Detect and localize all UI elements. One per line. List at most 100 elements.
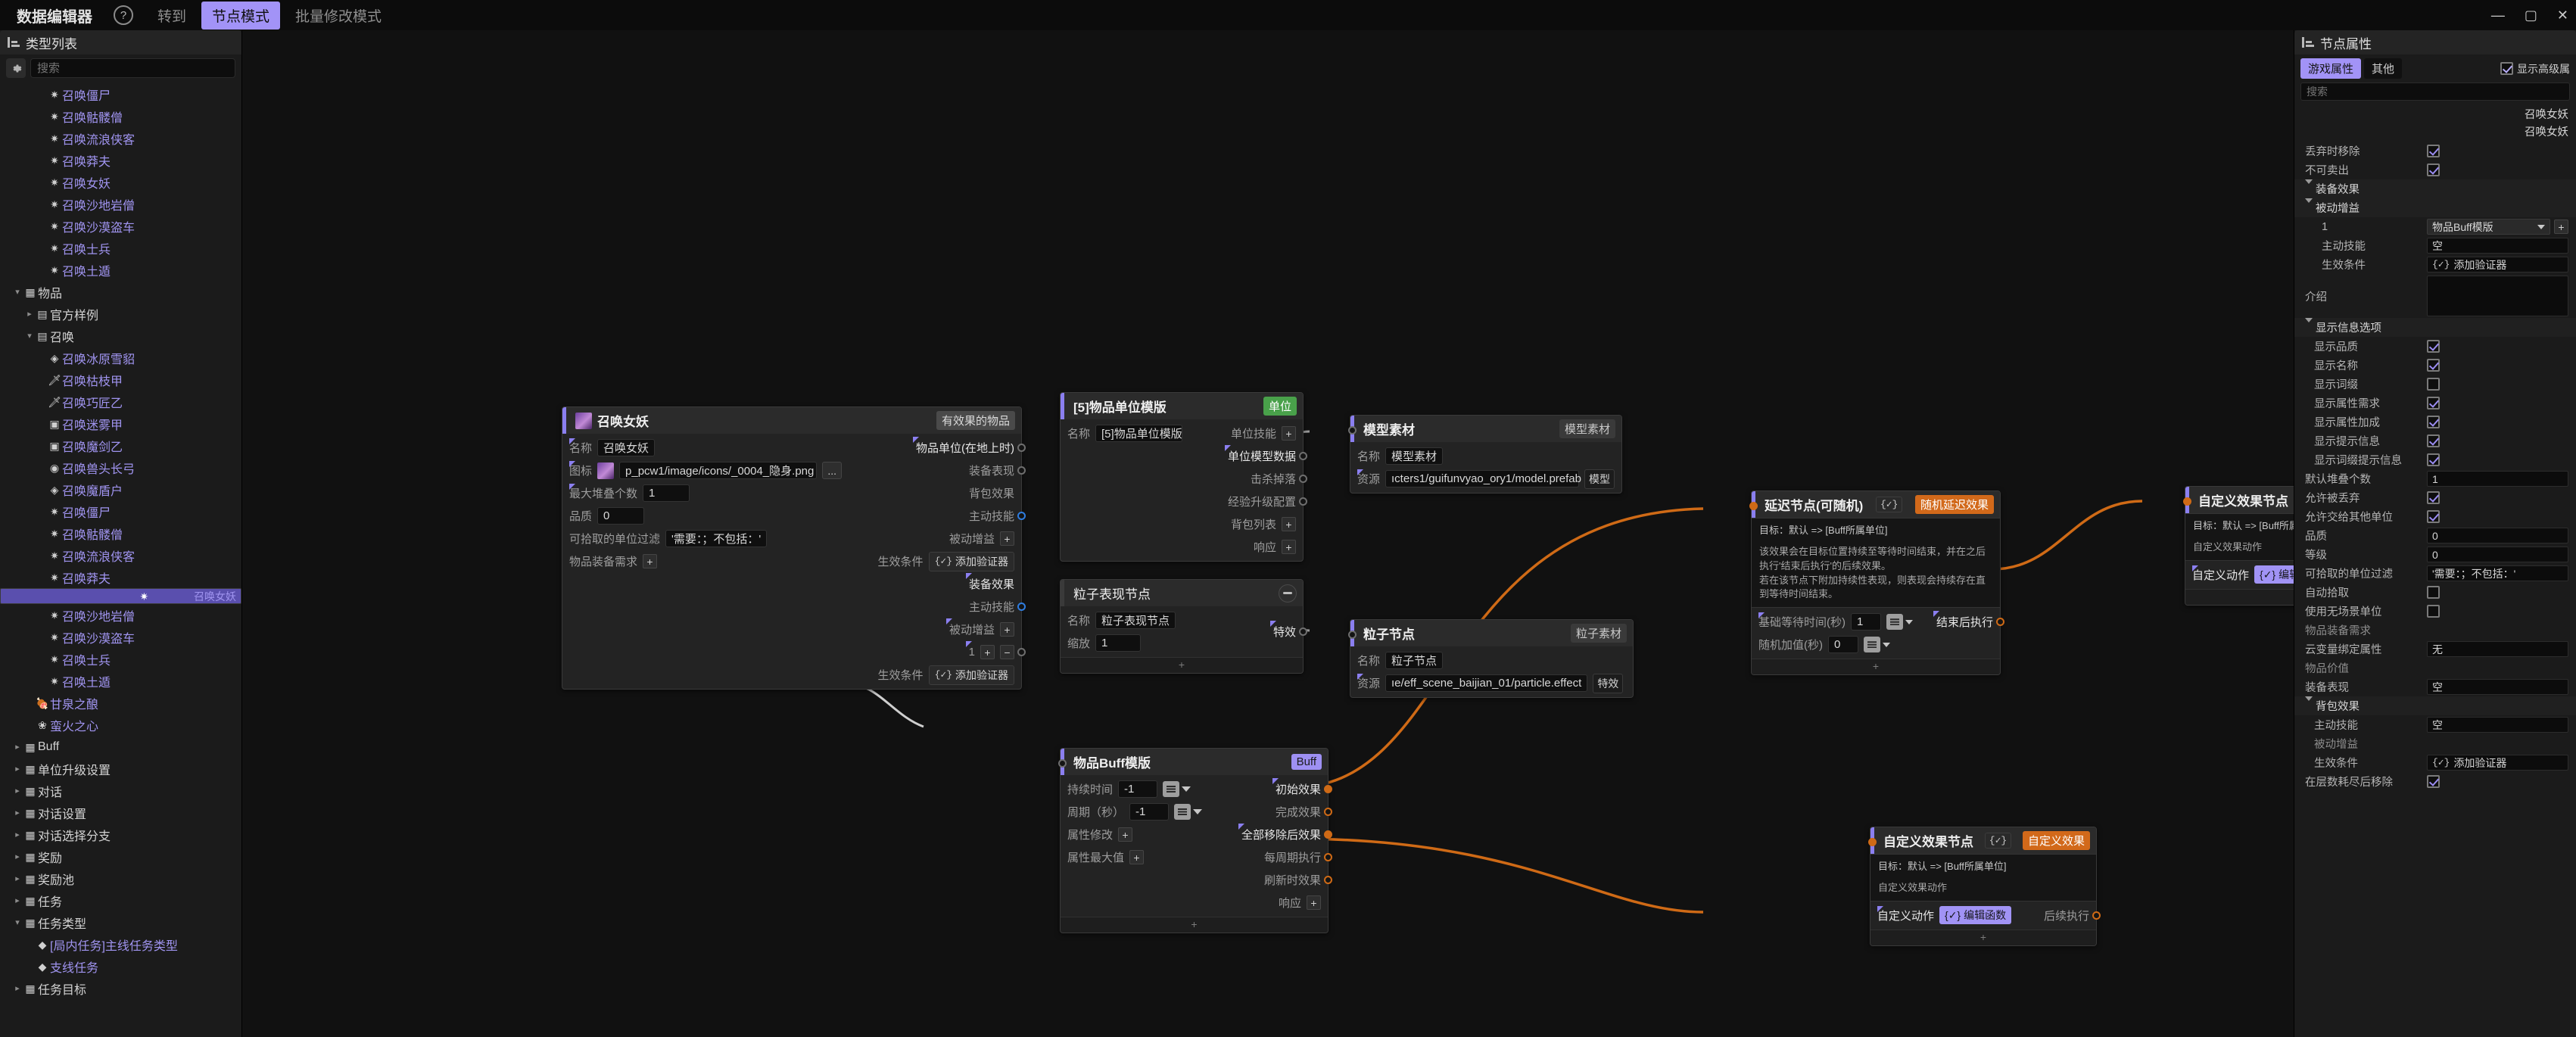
textarea-input[interactable]: [2427, 276, 2568, 316]
collapse-icon[interactable]: [1279, 584, 1297, 603]
checkbox-icon[interactable]: [2500, 62, 2513, 75]
property-row-27[interactable]: 装备表现 空: [2294, 677, 2576, 696]
field-name[interactable]: 名称 粒子节点: [1357, 651, 1626, 670]
tree-item-40[interactable]: ◆ 支线任务: [0, 955, 241, 977]
tree-item-17[interactable]: ◉ 召唤兽头长弓: [0, 456, 241, 478]
add-button[interactable]: +: [1282, 517, 1296, 531]
output-port[interactable]: [1017, 512, 1026, 520]
node-header[interactable]: 模型素材 模型素材: [1348, 416, 1621, 442]
output-port[interactable]: [1299, 497, 1307, 506]
add-button[interactable]: +: [1282, 540, 1296, 554]
tree-item-4[interactable]: ✷ 召唤女妖: [0, 171, 241, 193]
show-advanced-checkbox[interactable]: 显示高级属: [2500, 61, 2570, 76]
property-row-16[interactable]: 默认堆叠个数 1: [2294, 469, 2576, 488]
property-row-11[interactable]: 显示词缀: [2294, 375, 2576, 394]
field-attr-modify[interactable]: 属性修改 +: [1067, 825, 1204, 844]
field-value[interactable]: '需要：；不包括：': [665, 530, 768, 547]
browse-button[interactable]: ...: [822, 462, 842, 479]
tree-item-8[interactable]: ✷ 召唤土遁: [0, 259, 241, 281]
tree-item-28[interactable]: 🍖 甘泉之酿: [0, 692, 241, 714]
output-port[interactable]: [1324, 830, 1332, 839]
text-input[interactable]: 无: [2427, 641, 2568, 657]
type-tree[interactable]: ✷ 召唤僵尸 ✷ 召唤骷髅僧 ✷ 召唤流浪侠客 ✷ 召唤莽夫 ✷ 召唤女妖 ✷ 召唤沙地岩僧 ✷ 召唤沙漠…: [0, 82, 241, 1037]
property-row-0[interactable]: 丢弃时移除: [2294, 142, 2576, 160]
remove-button[interactable]: −: [1000, 645, 1014, 659]
random-unit-dropdown[interactable]: [1864, 637, 1890, 653]
validator-icon[interactable]: {✓}: [1984, 833, 2012, 849]
field-value[interactable]: 召唤女妖: [597, 439, 656, 456]
field-value[interactable]: ıcters1/guifunvyao_ory1/model.prefab: [1385, 470, 1581, 487]
field-value[interactable]: [5]物品单位模版: [1095, 425, 1182, 442]
tree-item-35[interactable]: ▸ ▦ 奖励: [0, 845, 241, 867]
port-exp-upgrade-config[interactable]: 经验升级配置: [1228, 492, 1307, 511]
asset-type-tag[interactable]: 模型: [1584, 469, 1615, 489]
tree-item-21[interactable]: ✷ 召唤流浪侠客: [0, 544, 241, 566]
node-summon-banshee[interactable]: 召唤女妖 有效果的物品 名称 召唤女妖 图标 p_pcw1/image/icon…: [562, 406, 1026, 690]
add-validator-button[interactable]: {✓} 添加验证器: [928, 665, 1014, 685]
output-port[interactable]: [1299, 627, 1307, 636]
checkbox-icon[interactable]: [2427, 434, 2440, 447]
port-effect-condition-2[interactable]: 生效条件 {✓} 添加验证器: [878, 665, 1014, 685]
add-button[interactable]: +: [1129, 850, 1145, 864]
port-response[interactable]: 响应 +: [1279, 893, 1321, 912]
port-item-unit[interactable]: 物品单位(在地上时): [913, 437, 1026, 457]
node-header[interactable]: 自定义效果节点 {✓} 自定义效果: [1868, 827, 2096, 854]
field-pickup-filter[interactable]: 可拾取的单位过滤 '需要：；不包括：': [569, 529, 842, 548]
port-next-exec[interactable]: 后续执行: [2044, 906, 2101, 925]
field-value[interactable]: 1: [1095, 634, 1142, 652]
dropdown-select[interactable]: 物品Buff模版: [2427, 219, 2550, 235]
node-add-row-button[interactable]: +: [1061, 657, 1303, 673]
tree-item-34[interactable]: ▸ ▦ 对话选择分支: [0, 824, 241, 845]
port-buff-slot-1[interactable]: 1 + −: [965, 641, 1026, 662]
chevron-down-icon[interactable]: [2305, 198, 2313, 215]
property-row-15[interactable]: 显示词缀提示信息: [2294, 450, 2576, 469]
tree-expand-arrow[interactable]: ▸: [12, 764, 23, 774]
tree-expand-arrow[interactable]: ▸: [12, 786, 23, 796]
field-equip-requirement[interactable]: 物品装备需求 +: [569, 552, 842, 571]
port-effect-condition[interactable]: 生效条件 {✓} 添加验证器: [878, 551, 1014, 571]
add-button[interactable]: +: [1000, 531, 1014, 546]
checkbox-icon[interactable]: [2427, 397, 2440, 410]
property-row-29[interactable]: 主动技能 空: [2294, 715, 2576, 734]
add-button[interactable]: +: [1000, 622, 1014, 637]
property-row-31[interactable]: 生效条件 {✓} 添加验证器: [2294, 753, 2576, 772]
tree-expand-arrow[interactable]: ▸: [12, 852, 23, 861]
tree-item-25[interactable]: ✷ 召唤沙漠盗车: [0, 626, 241, 648]
property-row-7[interactable]: 介绍: [2294, 274, 2576, 318]
tree-item-37[interactable]: ▸ ▦ 任务: [0, 889, 241, 911]
maximize-icon[interactable]: ▢: [2525, 8, 2537, 23]
add-button[interactable]: +: [1307, 895, 1321, 910]
tree-expand-arrow[interactable]: ▸: [12, 983, 23, 993]
tree-item-38[interactable]: ▾ ▦ 任务类型: [0, 911, 241, 933]
tree-item-1[interactable]: ✷ 召唤骷髅僧: [0, 105, 241, 127]
tree-item-6[interactable]: ✷ 召唤沙漠盗车: [0, 215, 241, 237]
output-port[interactable]: [1017, 466, 1026, 475]
output-port[interactable]: [1299, 452, 1307, 460]
input-port[interactable]: [1749, 502, 1758, 510]
field-value[interactable]: 0: [597, 507, 645, 525]
port-unit-skill[interactable]: 单位技能 +: [1231, 424, 1296, 443]
field-max-stack[interactable]: 最大堆叠个数 1: [569, 484, 842, 503]
node-custom-effect-2[interactable]: 自定义效果节点 {✓} 自定义效果 目标：默认 => [Buff所属单位] 自定…: [1868, 827, 2101, 946]
checkbox-icon[interactable]: [2427, 378, 2440, 391]
node-header[interactable]: [5]物品单位模版 单位: [1061, 393, 1303, 419]
checkbox-icon[interactable]: [2427, 510, 2440, 523]
add-validator-button[interactable]: {✓} 添加验证器: [928, 551, 1014, 571]
checkbox-icon[interactable]: [2427, 340, 2440, 353]
validator-icon[interactable]: {✓}: [1875, 497, 1903, 512]
tree-item-31[interactable]: ▸ ▦ 单位升级设置: [0, 758, 241, 780]
text-input[interactable]: '需要：；不包括：': [2427, 565, 2568, 581]
port-refresh-effect[interactable]: 刷新时效果: [1264, 870, 1332, 889]
tree-item-9[interactable]: ▾ ▦ 物品: [0, 281, 241, 303]
node-delay-random[interactable]: 延迟节点(可随机) {✓} 随机延迟效果 目标：默认 => [Buff所属单位]…: [1749, 490, 2004, 676]
type-list-search-input[interactable]: [30, 58, 235, 78]
text-input[interactable]: 0: [2427, 528, 2568, 543]
input-port[interactable]: [1058, 759, 1067, 768]
add-button[interactable]: +: [643, 554, 658, 568]
property-row-9[interactable]: 显示品质: [2294, 337, 2576, 356]
output-port[interactable]: [1017, 444, 1026, 452]
node-item-buff-template[interactable]: 物品Buff模版 Buff 持续时间 -1 周期（秒） -1 属性修改 + 属性…: [1058, 748, 1332, 933]
tree-expand-arrow[interactable]: ▸: [24, 309, 35, 319]
field-random-add[interactable]: 随机加值(秒) 0: [1758, 635, 1900, 654]
asset-type-tag[interactable]: 特效: [1593, 673, 1624, 693]
